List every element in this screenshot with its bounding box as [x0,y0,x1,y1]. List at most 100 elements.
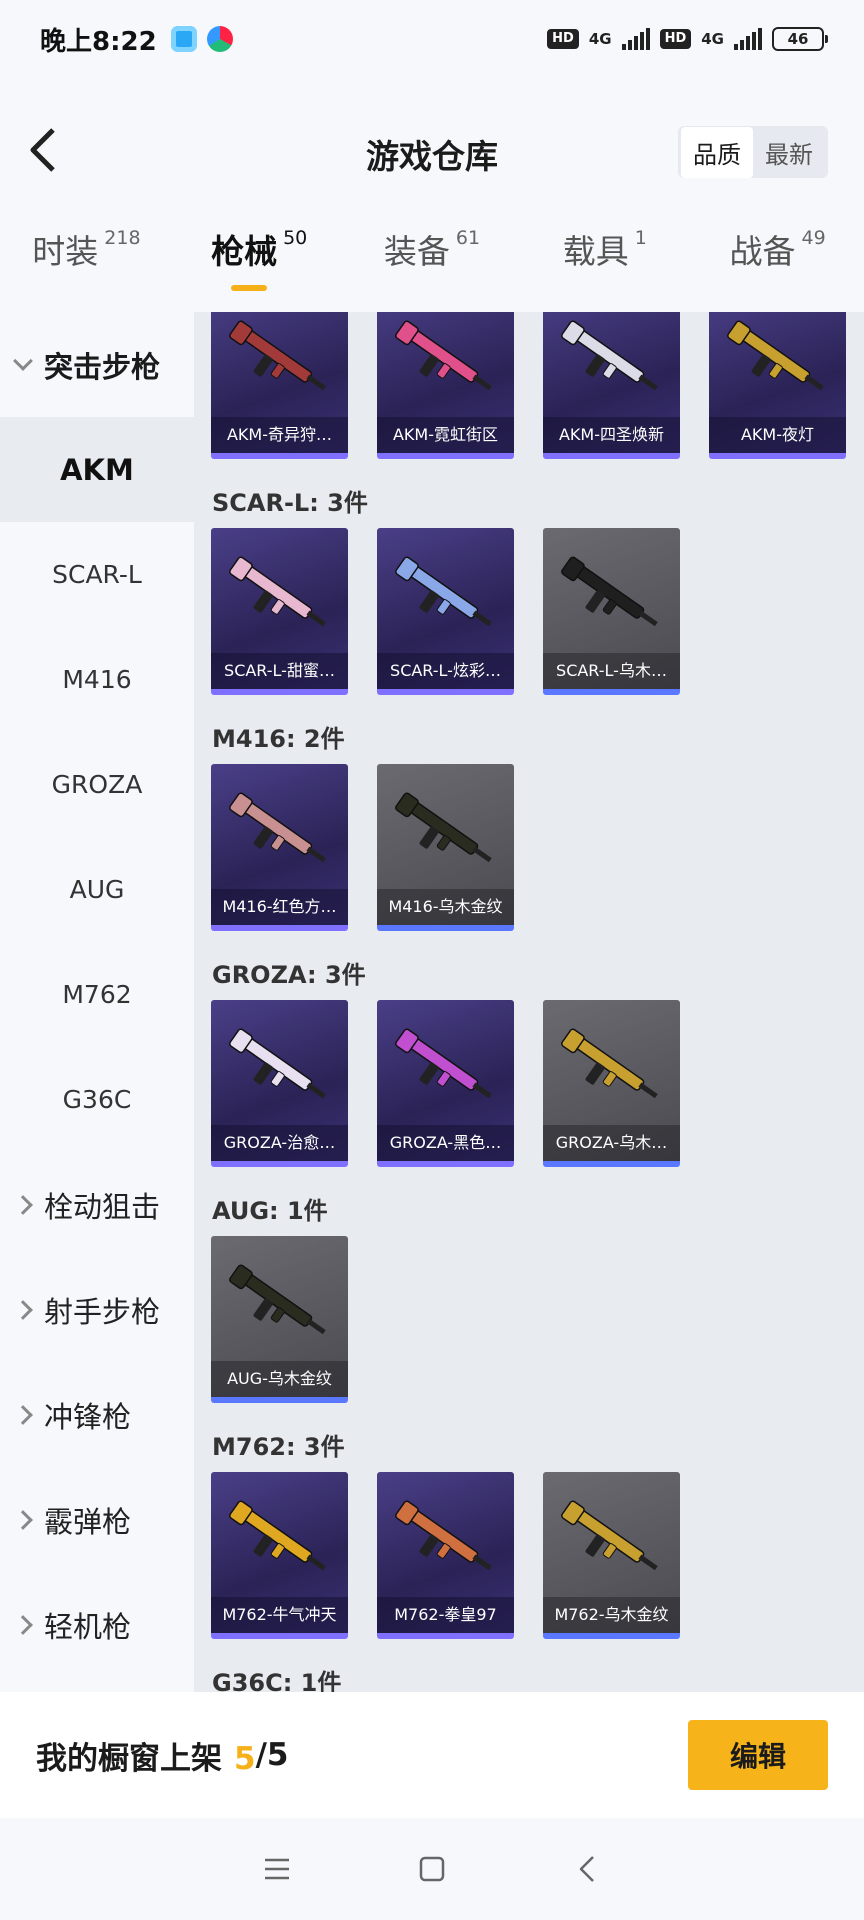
sidebar-item-akm[interactable]: AKM [0,417,194,522]
skin-card[interactable]: GROZA-治愈… [211,1000,348,1167]
weapon-skin-image [229,1500,326,1571]
skin-card-row: M416-红色方… M416-乌木金纹 [194,764,864,944]
header: 游戏仓库 品质 最新 [0,110,864,192]
skin-card[interactable]: M416-乌木金纹 [377,764,514,931]
skin-section: M762: 3件 M762-牛气冲天 M762-拳皇97 M762-乌木金纹 [194,1416,864,1652]
skin-section: G36C: 1件 [194,1652,864,1693]
menu-button[interactable] [257,1849,297,1889]
weapon-category-sidebar: 突击步枪 AKM SCAR-L M416 GROZA AUG M762 G36C… [0,312,194,1692]
chevron-right-icon [13,1509,33,1530]
sidebar-item-aug[interactable]: AUG [0,837,194,942]
sidebar-group-label: 突击步枪 [44,349,161,384]
skin-card[interactable]: SCAR-L-炫彩… [377,528,514,695]
sidebar-item-g36c[interactable]: G36C [0,1047,194,1152]
weapon-skin-image [395,556,492,627]
sidebar-item-scar-l[interactable]: SCAR-L [0,522,194,627]
tab-label: 枪械 [211,232,278,271]
sort-latest-button[interactable]: 最新 [753,127,825,178]
skin-grid[interactable]: AKM-奇异狩… AKM-霓虹街区 AKM-四圣焕新 AKM-夜灯 SCAR-L: 3件… [194,312,864,1692]
sidebar-item-groza[interactable]: GROZA [0,732,194,837]
skin-card[interactable]: M762-乌木金纹 [543,1472,680,1639]
tab-count: 49 [801,227,826,249]
tab-count: 218 [104,227,141,249]
tab-weapons[interactable]: 枪械 50 [173,225,346,305]
sidebar-group-marksman[interactable]: 射手步枪 [0,1257,194,1362]
weapon-skin-image [395,320,492,391]
skin-card[interactable]: M762-牛气冲天 [211,1472,348,1639]
tab-count: 1 [634,227,647,249]
signal-icon-2 [734,28,762,50]
weapon-skin-image [561,556,658,627]
active-tab-indicator [231,285,268,291]
skin-card[interactable]: AKM-霓虹街区 [377,312,514,459]
section-title: AUG: 1件 [212,1196,328,1225]
tab-outfits[interactable]: 时装 218 [0,225,173,305]
battery-level: 46 [787,30,809,48]
sidebar-group-label: 霰弹枪 [44,1504,132,1539]
system-nav-bar [0,1818,864,1920]
skin-section: SCAR-L: 3件 SCAR-L-甜蜜… SCAR-L-炫彩… SCAR-L-乌木… [194,472,864,708]
section-title: M762: 3件 [212,1432,345,1461]
battery-icon: 46 [772,27,828,51]
skin-name: M762-乌木金纹 [543,1597,680,1633]
skin-card[interactable]: AKM-奇异狩… [211,312,348,459]
back-triangle-icon [579,1856,594,1882]
skin-section: M416: 2件 M416-红色方… M416-乌木金纹 [194,708,864,944]
chevron-right-icon [13,1299,33,1320]
skin-card-row: AUG-乌木金纹 [194,1236,864,1416]
sidebar-group-shotgun[interactable]: 霰弹枪 [0,1467,194,1572]
showcase-used-count: 5 [234,1740,256,1777]
home-button[interactable] [412,1849,452,1889]
skin-card[interactable]: AKM-夜灯 [709,312,846,459]
menu-icon [265,1858,290,1880]
hd-icon-2: HD [659,29,692,49]
sidebar-item-m762[interactable]: M762 [0,942,194,1047]
weapon-skin-image [395,792,492,863]
tab-equipment[interactable]: 装备 61 [346,225,519,305]
skin-card[interactable]: M762-拳皇97 [377,1472,514,1639]
sidebar-group-label: 栓动狙击 [44,1189,161,1224]
tab-combat-gear[interactable]: 战备 49 [691,225,864,305]
skin-section: AUG: 1件 AUG-乌木金纹 [194,1180,864,1416]
showcase-bar: 我的橱窗上架 5 /5 编辑 [0,1692,864,1818]
weapon-skin-image [229,556,326,627]
tab-label: 时装 [32,232,99,271]
skin-card-row: GROZA-治愈… GROZA-黑色… GROZA-乌木… [194,1000,864,1180]
sidebar-group-label: 射手步枪 [44,1294,161,1329]
skin-card[interactable]: GROZA-乌木… [543,1000,680,1167]
skin-name: AKM-奇异狩… [211,417,348,453]
weapon-skin-image [229,320,326,391]
skin-name: AKM-霓虹街区 [377,417,514,453]
category-tabs: 时装 218 枪械 50 装备 61 载具 1 战备 49 [0,225,864,305]
tab-vehicles[interactable]: 载具 1 [518,225,691,305]
skin-name: GROZA-治愈… [211,1125,348,1161]
skin-section: GROZA: 3件 GROZA-治愈… GROZA-黑色… GROZA-乌木… [194,944,864,1180]
sidebar-group-smg[interactable]: 冲锋枪 [0,1362,194,1467]
skin-name: SCAR-L-炫彩… [377,653,514,689]
status-time: 晚上8:22 [40,26,157,57]
tab-label: 装备 [383,232,450,271]
showcase-label: 我的橱窗上架 5 [36,1733,256,1778]
skin-name: SCAR-L-乌木… [543,653,680,689]
sidebar-group-assault-rifles[interactable]: 突击步枪 [0,312,194,417]
edit-button[interactable]: 编辑 [688,1720,828,1790]
sort-quality-button[interactable]: 品质 [681,126,753,178]
app-notification-icon-2 [206,26,233,52]
sidebar-group-bolt-action[interactable]: 栓动狙击 [0,1152,194,1257]
signal-icon [621,28,650,50]
skin-card[interactable]: SCAR-L-甜蜜… [211,528,348,695]
sidebar-item-m416[interactable]: M416 [0,627,194,732]
weapon-skin-image [727,320,824,391]
chevron-right-icon [13,1614,33,1635]
system-back-button[interactable] [567,1849,607,1889]
skin-card[interactable]: SCAR-L-乌木… [543,528,680,695]
skin-card[interactable]: GROZA-黑色… [377,1000,514,1167]
skin-card[interactable]: AKM-四圣焕新 [543,312,680,459]
skin-name: AUG-乌木金纹 [211,1361,348,1397]
sidebar-group-lmg[interactable]: 轻机枪 [0,1572,194,1677]
skin-card[interactable]: AUG-乌木金纹 [211,1236,348,1403]
skin-card[interactable]: M416-红色方… [211,764,348,931]
tab-count: 50 [283,227,308,249]
weapon-skin-image [395,1500,492,1571]
weapon-skin-image [229,1028,326,1099]
